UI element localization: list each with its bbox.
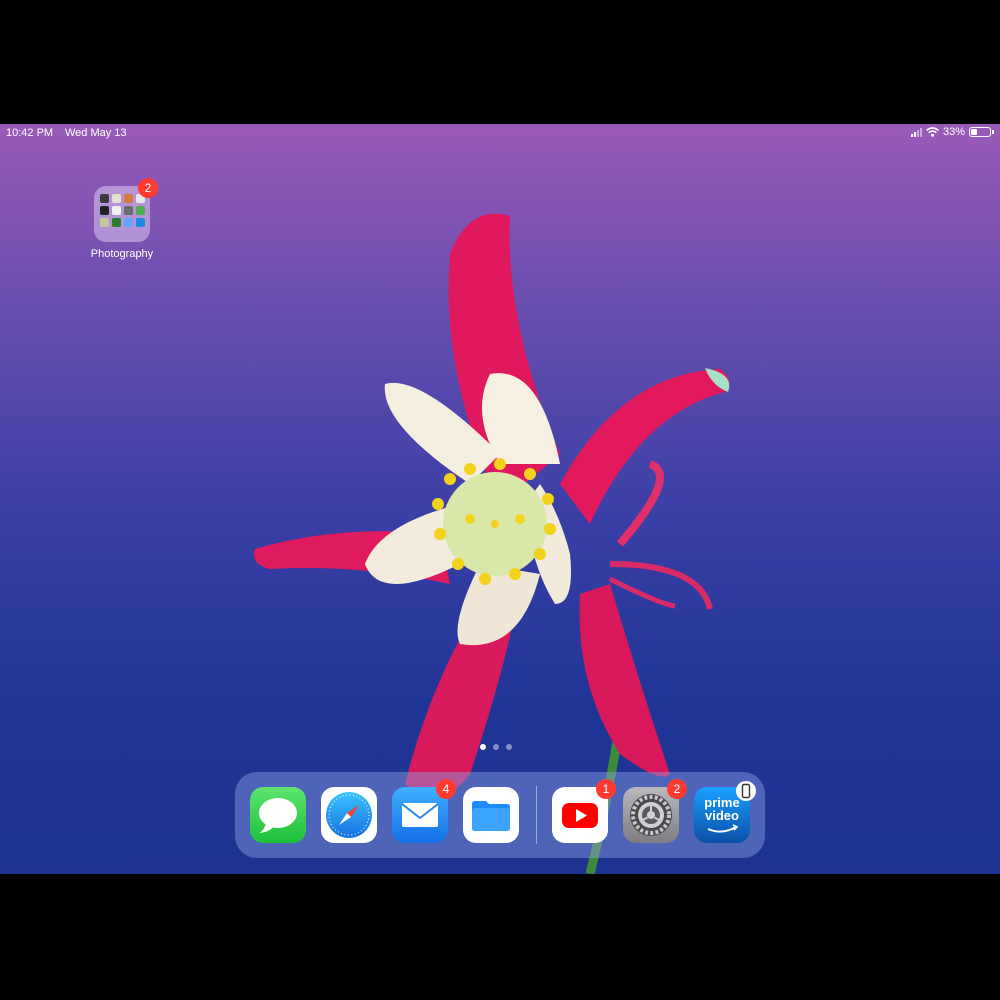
letterbox-top bbox=[0, 0, 1000, 124]
dock: 4 1 2 prime video bbox=[235, 772, 765, 858]
page-indicator[interactable] bbox=[480, 744, 512, 750]
messages-app[interactable] bbox=[250, 787, 306, 843]
youtube-app[interactable]: 1 bbox=[552, 779, 616, 843]
mail-app[interactable]: 4 bbox=[392, 779, 456, 843]
cellular-signal-icon bbox=[910, 127, 922, 137]
letterbox-bottom bbox=[0, 874, 1000, 1000]
dock-divider bbox=[536, 786, 537, 844]
mail-badge: 4 bbox=[436, 779, 456, 799]
wifi-icon bbox=[925, 127, 939, 137]
battery-percent: 33% bbox=[942, 126, 965, 138]
status-time: 10:42 PM bbox=[6, 127, 54, 139]
status-date: Wed May 13 bbox=[65, 127, 127, 139]
ipad-home-screen: 10:42 PM Wed May 13 33% 2 Photography 4 … bbox=[0, 124, 1000, 874]
folder-icon: 2 bbox=[94, 178, 158, 242]
settings-app[interactable]: 2 bbox=[623, 779, 687, 843]
safari-icon bbox=[326, 792, 372, 838]
iphone-icon bbox=[741, 783, 751, 799]
folder-badge: 2 bbox=[138, 178, 158, 198]
device-badge bbox=[736, 781, 756, 801]
battery-icon bbox=[969, 127, 991, 137]
page-dot-2[interactable] bbox=[493, 744, 499, 750]
page-dot-3[interactable] bbox=[506, 744, 512, 750]
messages-icon bbox=[259, 798, 297, 833]
files-icon bbox=[472, 801, 510, 831]
youtube-badge: 1 bbox=[596, 779, 616, 799]
page-dot-1[interactable] bbox=[480, 744, 486, 750]
folder-label: Photography bbox=[90, 248, 154, 260]
settings-badge: 2 bbox=[667, 779, 687, 799]
safari-app[interactable] bbox=[321, 787, 377, 843]
photography-folder[interactable]: 2 Photography bbox=[88, 178, 158, 260]
files-app[interactable] bbox=[463, 787, 519, 843]
status-bar: 10:42 PM Wed May 13 33% bbox=[0, 124, 1000, 144]
prime-video-app[interactable]: prime video bbox=[694, 781, 756, 843]
